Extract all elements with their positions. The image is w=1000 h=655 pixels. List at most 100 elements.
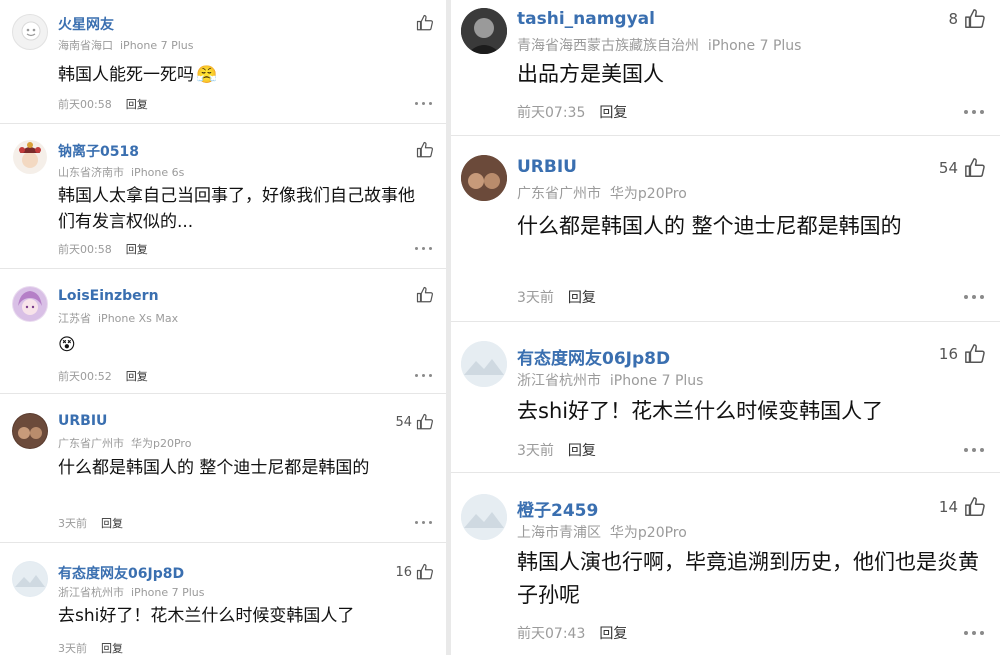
reply-button[interactable]: 回复	[101, 517, 123, 530]
user-device: iPhone Xs Max	[98, 312, 179, 325]
comment-text: 去shi好了！花木兰什么时候变韩国人了	[517, 399, 884, 423]
comment-footer: 前天00:52 回复	[58, 368, 148, 384]
reply-button[interactable]: 回复	[101, 642, 123, 655]
comment-footer: 3天前 回复	[58, 640, 123, 655]
user-device: 华为p20Pro	[131, 437, 192, 450]
user-avatar[interactable]	[461, 155, 507, 201]
like-count: 8	[948, 10, 958, 28]
comment-list-right: tashi_namgyal 青海省海西蒙古族藏族自治州 iPhone 7 Plu…	[451, 0, 1000, 655]
reply-button[interactable]: 回复	[126, 243, 148, 256]
comment-item: 有态度网友06Jp8D 浙江省杭州市 iPhone 7 Plus 去shi好了！…	[451, 323, 1000, 473]
user-avatar[interactable]	[12, 286, 48, 322]
reply-button[interactable]: 回复	[568, 443, 596, 459]
username[interactable]: 有态度网友06Jp8D	[517, 344, 670, 369]
comment-time: 3天前	[517, 443, 554, 459]
comment-text: 出品方是美国人	[517, 62, 664, 86]
user-avatar[interactable]	[12, 561, 48, 597]
user-meta: 广东省广州市 华为p20Pro	[58, 435, 191, 451]
avatar-placeholder-icon	[21, 21, 41, 41]
user-avatar[interactable]	[461, 494, 507, 540]
user-avatar[interactable]	[461, 8, 507, 54]
like-button[interactable]: 16	[395, 563, 434, 581]
username[interactable]: URBIU	[58, 413, 107, 429]
comment-text: 韩国人演也行啊，毕竟追溯到历史，他们也是炎黄子孙呢	[517, 550, 979, 607]
more-options-icon[interactable]	[415, 521, 432, 524]
like-button[interactable]: 16	[939, 343, 986, 365]
avatar-photo-icon	[461, 155, 507, 201]
avatar-photo-icon	[13, 414, 47, 448]
comment-time: 前天00:58	[58, 98, 112, 111]
user-device: iPhone 7 Plus	[609, 373, 704, 389]
comment-item: tashi_namgyal 青海省海西蒙古族藏族自治州 iPhone 7 Plu…	[451, 0, 1000, 136]
reply-button[interactable]: 回复	[126, 98, 148, 111]
comment-item: 火星网友 海南省海口 iPhone 7 Plus 韩国人能死一死吗 😤 前天00:…	[0, 0, 446, 124]
thumbs-up-icon	[416, 563, 433, 580]
user-avatar[interactable]	[12, 139, 48, 175]
comment-time: 3天前	[58, 642, 87, 655]
username[interactable]: 火星网友	[58, 14, 114, 34]
more-options-icon[interactable]	[415, 374, 432, 377]
comment-item: URBIU 广东省广州市 华为p20Pro 什么都是韩国人的 整个迪士尼都是韩国…	[0, 395, 446, 543]
reply-button[interactable]: 回复	[599, 626, 627, 642]
thumbs-up-icon	[965, 9, 985, 28]
like-button[interactable]	[412, 141, 434, 159]
user-meta: 海南省海口 iPhone 7 Plus	[58, 37, 194, 53]
user-meta: 广东省广州市 华为p20Pro	[517, 183, 687, 203]
more-options-icon[interactable]	[415, 102, 432, 105]
more-options-icon[interactable]	[964, 631, 984, 635]
comment-item: LoisEinzbern 江苏省 iPhone Xs Max 😵 前天00:52…	[0, 270, 446, 394]
comment-text: 😵	[58, 332, 358, 358]
user-meta: 江苏省 iPhone Xs Max	[58, 310, 178, 326]
user-location: 浙江省杭州市	[517, 373, 601, 389]
more-options-icon[interactable]	[964, 295, 984, 299]
more-options-icon[interactable]	[415, 247, 432, 250]
like-button[interactable]: 54	[395, 413, 434, 431]
like-button[interactable]: 8	[948, 8, 986, 30]
user-avatar[interactable]	[12, 413, 48, 449]
comment-item: 橙子2459 上海市青浦区 华为p20Pro 韩国人演也行啊，毕竟追溯到历史，他…	[451, 474, 1000, 655]
thumbs-up-icon	[416, 413, 433, 430]
like-button[interactable]: 54	[939, 157, 986, 179]
reply-button[interactable]: 回复	[599, 105, 627, 121]
more-options-icon[interactable]	[964, 448, 984, 452]
reply-button[interactable]: 回复	[568, 290, 596, 306]
username[interactable]: 橙子2459	[517, 496, 598, 521]
user-location: 上海市青浦区	[517, 525, 601, 541]
emoji: 😤	[196, 65, 218, 85]
comment-item: 钠离子0518 山东省济南市 iPhone 6s 韩国人太拿自己当回事了，好像我…	[0, 125, 446, 269]
like-count: 54	[395, 414, 412, 430]
user-location: 山东省济南市	[58, 166, 124, 179]
user-meta: 青海省海西蒙古族藏族自治州 iPhone 7 Plus	[517, 35, 801, 55]
like-button[interactable]: 14	[939, 496, 986, 518]
avatar-default-icon	[13, 562, 47, 596]
comment-time: 前天00:58	[58, 243, 112, 256]
comment-footer: 前天00:58 回复	[58, 241, 148, 257]
username[interactable]: tashi_namgyal	[517, 9, 655, 29]
like-button[interactable]	[412, 14, 434, 32]
user-device: 华为p20Pro	[609, 525, 687, 541]
username[interactable]: LoisEinzbern	[58, 288, 159, 304]
user-location: 海南省海口	[58, 39, 113, 52]
more-options-icon[interactable]	[964, 110, 984, 114]
user-device: 华为p20Pro	[609, 186, 687, 202]
user-avatar[interactable]	[12, 14, 48, 50]
thumbs-up-icon	[416, 141, 433, 158]
comment-text: 什么都是韩国人的 整个迪士尼都是韩国的	[517, 214, 902, 238]
username[interactable]: URBIU	[517, 157, 577, 177]
username[interactable]: 钠离子0518	[58, 141, 139, 161]
comment-footer: 前天07:35 回复	[517, 102, 627, 122]
user-meta: 山东省济南市 iPhone 6s	[58, 164, 184, 180]
like-count: 16	[395, 564, 412, 580]
user-device: iPhone 7 Plus	[707, 38, 802, 54]
user-avatar[interactable]	[461, 341, 507, 387]
user-meta: 浙江省杭州市 iPhone 7 Plus	[58, 584, 205, 600]
comment-footer: 前天07:43 回复	[517, 623, 627, 643]
comment-item: URBIU 广东省广州市 华为p20Pro 什么都是韩国人的 整个迪士尼都是韩国…	[451, 137, 1000, 322]
like-button[interactable]	[412, 286, 434, 304]
user-location: 江苏省	[58, 312, 91, 325]
user-meta: 浙江省杭州市 iPhone 7 Plus	[517, 370, 703, 390]
reply-button[interactable]: 回复	[126, 370, 148, 383]
screenshot: 火星网友 海南省海口 iPhone 7 Plus 韩国人能死一死吗 😤 前天00:…	[0, 0, 1000, 655]
username[interactable]: 有态度网友06Jp8D	[58, 563, 184, 583]
like-count: 54	[938, 159, 958, 177]
